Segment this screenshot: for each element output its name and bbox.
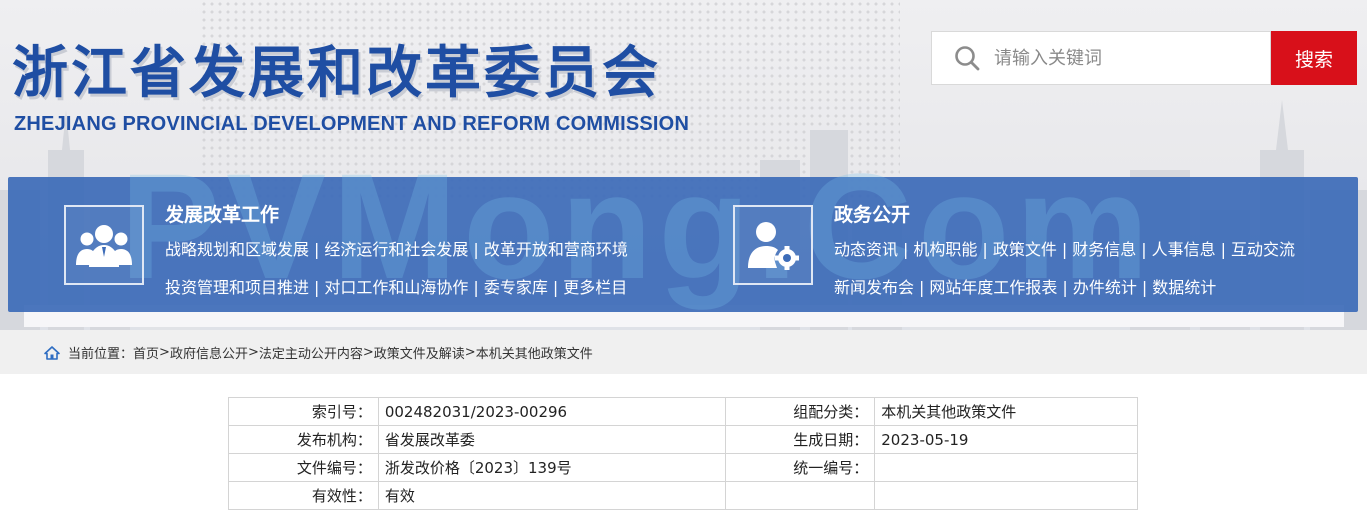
category-label: 组配分类： <box>725 397 876 426</box>
breadcrumb-statutory-content[interactable]: 法定主动公开内容 <box>259 343 363 362</box>
breadcrumb-home[interactable]: 首页 <box>133 343 159 362</box>
unified-number-label: 统一编号： <box>725 453 876 482</box>
search-icon <box>955 46 980 71</box>
breadcrumb-gov-info[interactable]: 政府信息公开 <box>170 343 248 362</box>
affairs-section-icon-box[interactable] <box>733 205 813 285</box>
affairs-links-row-2: 新闻发布会 | 网站年度工作报表 | 办件统计 | 数据统计 <box>834 278 1217 297</box>
unified-number-value <box>874 453 1138 482</box>
empty-value <box>874 481 1138 510</box>
nav-link-policy-documents[interactable]: 政策文件 <box>993 240 1057 259</box>
document-info-table: 索引号： 002482031/2023-00296 组配分类： 本机关其他政策文… <box>228 397 1138 510</box>
nav-link-personnel[interactable]: 人事信息 <box>1152 240 1216 259</box>
nav-link-press-conference[interactable]: 新闻发布会 <box>834 278 914 297</box>
empty-label <box>725 481 876 510</box>
nav-link-functions[interactable]: 机构职能 <box>913 240 977 259</box>
affairs-section-title[interactable]: 政务公开 <box>834 200 910 227</box>
search-button[interactable]: 搜索 <box>1271 31 1357 85</box>
breadcrumb-current[interactable]: 本机关其他政策文件 <box>476 343 593 362</box>
work-links-row-1: 战略规划和区域发展 | 经济运行和社会发展 | 改革开放和营商环境 <box>165 240 628 259</box>
validity-label: 有效性： <box>228 481 379 510</box>
home-icon <box>44 345 60 360</box>
nav-link-finance[interactable]: 财务信息 <box>1072 240 1136 259</box>
nav-link-reform-opening[interactable]: 改革开放和营商环境 <box>484 240 628 259</box>
nav-link-economic-operation[interactable]: 经济运行和社会发展 <box>324 240 468 259</box>
table-row: 文件编号： 浙发改价格〔2023〕139号 统一编号： <box>228 453 1138 482</box>
nav-link-expert-library[interactable]: 委专家库 <box>484 278 548 297</box>
work-links-row-2: 投资管理和项目推进 | 对口工作和山海协作 | 委专家库 | 更多栏目 <box>165 278 628 297</box>
work-section-icon-box[interactable] <box>64 205 144 285</box>
work-section-title[interactable]: 发展改革工作 <box>165 200 279 227</box>
breadcrumb-policy-docs[interactable]: 政策文件及解读 <box>374 343 465 362</box>
table-row: 索引号： 002482031/2023-00296 组配分类： 本机关其他政策文… <box>228 397 1138 426</box>
doc-number-label: 文件编号： <box>228 453 379 482</box>
nav-link-interaction[interactable]: 互动交流 <box>1231 240 1295 259</box>
nav-link-strategy-planning[interactable]: 战略规划和区域发展 <box>165 240 309 259</box>
site-title: 浙江省发展和改革委员会 <box>12 41 661 106</box>
date-value: 2023-05-19 <box>874 425 1138 454</box>
category-value: 本机关其他政策文件 <box>874 397 1138 426</box>
nav-link-annual-report[interactable]: 网站年度工作报表 <box>929 278 1057 297</box>
validity-value: 有效 <box>377 481 727 510</box>
date-label: 生成日期： <box>725 425 876 454</box>
table-row: 有效性： 有效 <box>228 481 1138 510</box>
nav-link-case-statistics[interactable]: 办件统计 <box>1073 278 1137 297</box>
breadcrumb: 当前位置： 首页 > 政府信息公开 > 法定主动公开内容 > 政策文件及解读 > 本机关其他政策… <box>44 343 593 362</box>
search-box <box>931 31 1271 85</box>
breadcrumb-prefix: 当前位置： <box>68 347 134 362</box>
publisher-label: 发布机构： <box>228 425 379 454</box>
user-gear-icon <box>748 222 799 270</box>
publisher-value: 省发展改革委 <box>377 425 727 454</box>
index-number-label: 索引号： <box>228 397 379 426</box>
people-group-icon <box>76 225 132 267</box>
nav-link-counterpart-work[interactable]: 对口工作和山海协作 <box>324 278 468 297</box>
nav-link-news[interactable]: 动态资讯 <box>834 240 898 259</box>
doc-number-value: 浙发改价格〔2023〕139号 <box>377 453 727 482</box>
nav-link-investment-management[interactable]: 投资管理和项目推进 <box>165 278 309 297</box>
site-subtitle: ZHEJIANG PROVINCIAL DEVELOPMENT AND REFO… <box>14 113 690 135</box>
table-row: 发布机构： 省发展改革委 生成日期： 2023-05-19 <box>228 425 1138 454</box>
affairs-links-row-1: 动态资讯 | 机构职能 | 政策文件 | 财务信息 | 人事信息 | 互动交流 <box>834 240 1296 259</box>
nav-link-data-statistics[interactable]: 数据统计 <box>1152 278 1216 297</box>
index-number-value: 002482031/2023-00296 <box>377 397 727 426</box>
nav-link-more-columns[interactable]: 更多栏目 <box>563 278 627 297</box>
search-input[interactable] <box>994 38 1254 78</box>
